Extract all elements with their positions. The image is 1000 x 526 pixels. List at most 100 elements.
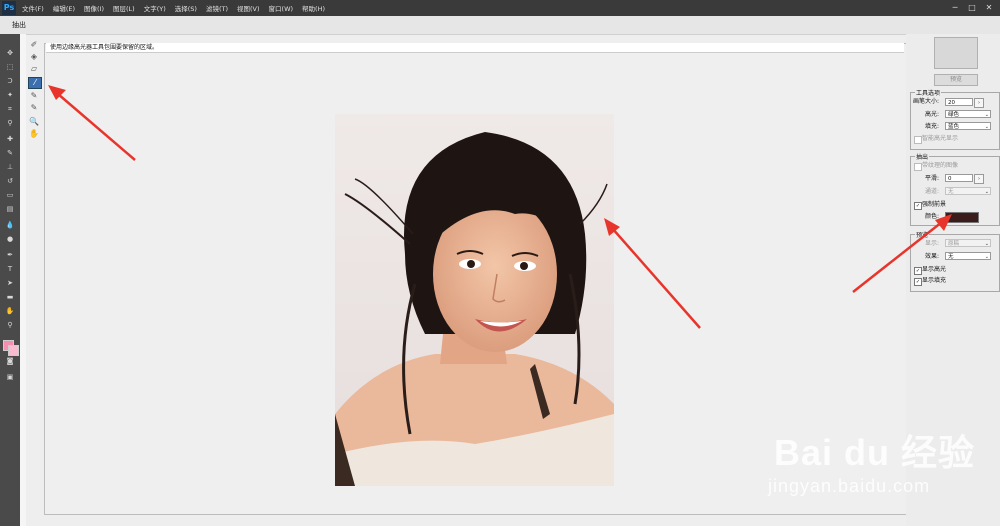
show-value: 原稿 [948,241,960,247]
path-select-tool-icon[interactable]: ➤ [3,278,17,288]
canvas-hint: 使用边缘高光器工具包围要保留的区域。 [46,43,904,53]
eyedropper-tool-icon[interactable]: ⁄ [28,77,42,89]
dialog-title-bar: 抽出 [0,16,1000,35]
color-label: 颜色: [925,213,940,220]
force-foreground-checkbox[interactable]: ✓ [914,202,922,210]
fill-tool-icon[interactable]: ◈ [28,52,40,62]
menu-layer[interactable]: 图层(L) [113,3,135,13]
extraction-title: 抽出 [915,152,930,161]
window-controls: ─ □ ✕ [945,0,996,16]
effect-select[interactable]: 无 ⌄ [945,252,991,260]
menu-type[interactable]: 文字(Y) [144,3,166,13]
eraser-tool-icon[interactable]: ▱ [28,64,40,74]
highlight-label: 高光: [925,111,940,118]
quick-select-tool-icon[interactable]: ✦ [3,90,17,100]
chevron-down-icon: ⌄ [984,241,989,247]
menu-image[interactable]: 图像(I) [84,3,104,13]
dialog-title: 抽出 [12,21,26,29]
close-button[interactable]: ✕ [982,1,996,15]
highlight-value: 绿色 [948,112,960,118]
channel-select[interactable]: 无 ⌄ [945,187,991,195]
chevron-down-icon: ⌄ [984,189,989,195]
show-fill-label: 显示填充 [922,277,947,284]
smooth-input[interactable]: 0 [945,174,973,182]
screen-mode-icon[interactable]: ▣ [3,372,17,382]
stamp-tool-icon[interactable]: ⊥ [3,162,17,172]
crop-tool-icon[interactable]: ⌗ [3,104,17,114]
zoom-tool-icon[interactable]: ⚲ [3,320,17,330]
show-fill-checkbox[interactable]: ✓ [914,278,922,286]
history-brush-tool-icon[interactable]: ↺ [3,176,17,186]
main-toolbar: ✥ ⬚ ᑐ ✦ ⌗ ⚲ ✚ ✎ ⊥ ↺ ▭ ▤ 💧 ● ✒ T ➤ ▬ ✋ ⚲ … [0,34,20,526]
tool-options-group: 工具选项 画笔大小: 20 › 高光: 绿色 ⌄ 填充: 蓝色 ⌄ 智能高光显示 [910,88,1000,150]
quick-mask-icon[interactable]: ◙ [3,356,17,366]
shape-tool-icon[interactable]: ▬ [3,292,17,302]
minimize-button[interactable]: ─ [948,1,962,15]
hand-tool-icon[interactable]: ✋ [28,129,40,139]
show-highlight-label: 显示高光 [922,266,947,273]
extraction-group: 抽出 带纹理的图像 平滑: 0 › 通道: 无 ⌄ ✓ 强制前景 颜色: [910,152,1000,226]
fill-select[interactable]: 蓝色 ⌄ [945,122,991,130]
channel-value: 无 [948,189,954,195]
hand-tool-icon[interactable]: ✋ [3,306,17,316]
blur-tool-icon[interactable]: 💧 [3,220,17,230]
extract-tools: ✐ ◈ ▱ ⁄ ✎ ✎ 🔍 ✋ [26,40,44,140]
chevron-down-icon: ⌄ [984,124,989,130]
menu-bar: Ps 文件(F) 编辑(E) 图像(I) 图层(L) 文字(Y) 选择(S) 滤… [0,0,1000,16]
maximize-button[interactable]: □ [965,1,979,15]
menu-items: 文件(F) 编辑(E) 图像(I) 图层(L) 文字(Y) 选择(S) 滤镜(T… [22,0,334,16]
menu-select[interactable]: 选择(S) [175,3,197,13]
background-color-swatch[interactable] [8,345,19,356]
lasso-tool-icon[interactable]: ᑐ [3,76,17,86]
zoom-tool-icon[interactable]: 🔍 [28,117,40,127]
highlight-select[interactable]: 绿色 ⌄ [945,110,991,118]
show-label: 显示: [925,240,940,247]
preview-button[interactable]: 预览 [934,74,978,86]
move-tool-icon[interactable]: ✥ [3,48,17,58]
portrait-photo [335,114,614,486]
menu-file[interactable]: 文件(F) [22,3,44,13]
smooth-slider-button[interactable]: › [974,174,984,184]
textured-image-checkbox[interactable] [914,163,922,171]
smart-highlight-label: 智能高光显示 [922,135,959,142]
force-foreground-label: 强制前景 [922,201,947,208]
brush-size-input[interactable]: 20 [945,98,973,106]
menu-help[interactable]: 帮助(H) [302,3,325,13]
watermark-url: jingyan.baidu.com [768,476,931,496]
ok-button[interactable] [934,37,978,69]
show-select[interactable]: 原稿 ⌄ [945,239,991,247]
preview-group: 预览 显示: 原稿 ⌄ 效果: 无 ⌄ ✓ 显示高光 ✓ 显示填充 [910,230,1000,292]
menu-window[interactable]: 窗口(W) [269,3,294,13]
marquee-tool-icon[interactable]: ⬚ [3,62,17,72]
healing-tool-icon[interactable]: ✚ [3,134,17,144]
menu-edit[interactable]: 编辑(E) [53,3,75,13]
edge-highlighter-tool-icon[interactable]: ✐ [28,40,40,50]
type-tool-icon[interactable]: T [3,264,17,274]
cleanup-tool-icon[interactable]: ✎ [28,91,40,101]
foreground-color-swatch[interactable] [945,212,979,223]
channel-label: 通道: [925,188,940,195]
menu-view[interactable]: 视图(V) [237,3,260,13]
fill-value: 蓝色 [948,124,960,130]
baidu-jingyan-watermark: Bai du 经验 jingyan.baidu.com [760,418,990,518]
chevron-down-icon: ⌄ [984,112,989,118]
chevron-down-icon: ⌄ [984,254,989,260]
preview-group-title: 预览 [915,230,930,239]
photoshop-logo: Ps [2,1,16,15]
gradient-tool-icon[interactable]: ▤ [3,204,17,214]
eraser-tool-icon[interactable]: ▭ [3,190,17,200]
dodge-tool-icon[interactable]: ● [3,234,17,244]
menu-filter[interactable]: 滤镜(T) [206,3,228,13]
smart-highlight-checkbox[interactable] [914,136,922,144]
pen-tool-icon[interactable]: ✒ [3,250,17,260]
edge-touchup-tool-icon[interactable]: ✎ [28,103,40,113]
smooth-label: 平滑: [925,175,940,182]
eyedropper-tool-icon[interactable]: ⚲ [3,118,17,128]
show-highlight-checkbox[interactable]: ✓ [914,267,922,275]
brush-tool-icon[interactable]: ✎ [3,148,17,158]
brush-size-slider-button[interactable]: › [974,98,984,108]
effect-value: 无 [948,254,954,260]
brush-size-label: 画笔大小: [913,98,940,105]
tool-options-title: 工具选项 [915,88,942,97]
effect-label: 效果: [925,253,940,260]
